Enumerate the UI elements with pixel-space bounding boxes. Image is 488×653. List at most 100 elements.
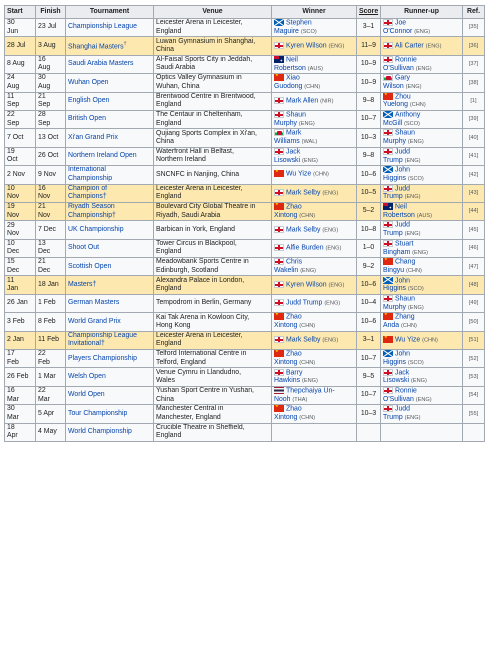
winner-name-link[interactable]: Wu Yize xyxy=(286,171,311,178)
runner-up-surname-link[interactable]: Yuelong xyxy=(383,101,408,108)
runner-up-name-link[interactable]: Gary xyxy=(395,75,410,82)
runner-up-surname-link[interactable]: Lisowski xyxy=(383,377,409,384)
reference-link[interactable]: [42] xyxy=(469,172,478,178)
reference-link[interactable]: [1] xyxy=(470,98,476,104)
runner-up-surname-link[interactable]: Higgins xyxy=(383,359,406,366)
winner-surname-link[interactable]: Xintong xyxy=(274,322,297,329)
tournament-link[interactable]: Welsh Open xyxy=(68,373,151,381)
header-finish[interactable]: Finish xyxy=(35,5,66,19)
header-score[interactable]: Score xyxy=(356,5,381,19)
runner-up-surname-link[interactable]: Trump xyxy=(383,230,403,237)
runner-up-name-link[interactable]: Judd xyxy=(395,406,410,413)
tournament-link[interactable]: World Open xyxy=(68,391,151,399)
winner-surname-link[interactable]: Xintong xyxy=(274,359,297,366)
runner-up-surname-link[interactable]: Bingham xyxy=(383,249,410,256)
reference-link[interactable]: [40] xyxy=(469,135,478,141)
runner-up-name-link[interactable]: John xyxy=(395,277,410,284)
tournament-link[interactable]: Championship xyxy=(68,175,151,183)
runner-up-surname-link[interactable]: Murphy xyxy=(383,304,406,311)
reference-link[interactable]: [51] xyxy=(469,337,478,343)
runner-up-name-link[interactable]: Shaun xyxy=(395,295,415,302)
reference-link[interactable]: [49] xyxy=(469,300,478,306)
tournament-link[interactable]: World Grand Prix xyxy=(68,318,151,326)
tournament-link[interactable]: Wuhan Open xyxy=(68,79,151,87)
runner-up-surname-link[interactable]: Higgins xyxy=(383,175,406,182)
winner-name-link[interactable]: Zhao xyxy=(286,351,302,358)
winner-name-link[interactable]: Zhao xyxy=(286,406,302,413)
runner-up-surname-link[interactable]: Wilson xyxy=(383,83,404,90)
tournament-link[interactable]: Championship League xyxy=(68,23,151,31)
reference-link[interactable]: [52] xyxy=(469,356,478,362)
winner-name-link[interactable]: Mark Selby xyxy=(286,226,320,233)
tournament-link[interactable]: Players Championship xyxy=(68,355,151,363)
reference-link[interactable]: [46] xyxy=(469,245,478,251)
tournament-link[interactable]: Tour Championship xyxy=(68,410,151,418)
runner-up-name-link[interactable]: John xyxy=(395,351,410,358)
runner-up-name-link[interactable]: Stuart xyxy=(395,240,413,247)
runner-up-name-link[interactable]: John xyxy=(395,167,410,174)
winner-surname-link[interactable]: Xintong xyxy=(274,212,297,219)
tournament-link[interactable]: Championship League xyxy=(68,332,151,340)
tournament-link[interactable]: Shoot Out xyxy=(68,244,151,252)
reference-link[interactable]: [41] xyxy=(469,153,478,159)
tournament-link[interactable]: Championship† xyxy=(68,212,151,220)
header-ref[interactable]: Ref. xyxy=(462,5,485,19)
runner-up-name-link[interactable]: Ronnie xyxy=(395,56,417,63)
reference-link[interactable]: [44] xyxy=(469,208,478,214)
header-winner[interactable]: Winner xyxy=(271,5,357,19)
winner-surname-link[interactable]: Lisowski xyxy=(274,157,300,164)
winner-surname-link[interactable]: Guodong xyxy=(274,83,302,90)
header-runner-up[interactable]: Runner-up xyxy=(380,5,463,19)
winner-surname-link[interactable]: Wakelin xyxy=(274,267,298,274)
tournament-link[interactable]: Riyadh Season xyxy=(68,203,151,211)
tournament-link[interactable]: Saudi Arabia Masters xyxy=(68,60,151,68)
tournament-link[interactable]: English Open xyxy=(68,97,151,105)
reference-link[interactable]: [43] xyxy=(469,190,478,196)
runner-up-surname-link[interactable]: Trump xyxy=(383,193,403,200)
tournament-link[interactable]: Champions† xyxy=(68,193,151,201)
runner-up-name-link[interactable]: Shaun xyxy=(395,130,415,137)
reference-link[interactable]: [38] xyxy=(469,80,478,86)
winner-name-link[interactable]: Mark Selby xyxy=(286,189,320,196)
reference-link[interactable]: [55] xyxy=(469,411,478,417)
winner-name-link[interactable]: Jack xyxy=(286,148,300,155)
header-start[interactable]: Start xyxy=(4,5,36,19)
winner-name-link[interactable]: Thepchaiya Un- xyxy=(286,387,335,394)
runner-up-name-link[interactable]: Ronnie xyxy=(395,387,417,394)
winner-name-link[interactable]: Chris xyxy=(286,259,302,266)
winner-name-link[interactable]: Neil xyxy=(286,56,298,63)
reference-link[interactable]: [47] xyxy=(469,264,478,270)
runner-up-surname-link[interactable]: Bingyu xyxy=(383,267,404,274)
winner-name-link[interactable]: Mark xyxy=(286,130,301,137)
tournament-link[interactable]: British Open xyxy=(68,115,151,123)
runner-up-surname-link[interactable]: Trump xyxy=(383,157,403,164)
runner-up-name-link[interactable]: Zhou xyxy=(395,93,411,100)
runner-up-name-link[interactable]: Neil xyxy=(395,203,407,210)
reference-link[interactable]: [54] xyxy=(469,392,478,398)
runner-up-name-link[interactable]: Anthony xyxy=(395,111,420,118)
winner-name-link[interactable]: Stephen xyxy=(286,20,312,27)
winner-name-link[interactable]: Judd Trump xyxy=(286,300,322,307)
tournament-link[interactable]: Xi'an Grand Prix xyxy=(68,134,151,142)
winner-name-link[interactable]: Mark Selby xyxy=(286,336,320,343)
reference-link[interactable]: [48] xyxy=(469,282,478,288)
winner-surname-link[interactable]: Hawkins xyxy=(274,377,300,384)
runner-up-name-link[interactable]: Wu Yize xyxy=(395,336,420,343)
winner-surname-link[interactable]: Xintong xyxy=(274,414,297,421)
runner-up-name-link[interactable]: Joe xyxy=(395,20,406,27)
tournament-link[interactable]: Invitational† xyxy=(68,340,151,348)
tournament-link[interactable]: Champion of xyxy=(68,185,151,193)
winner-name-link[interactable]: Kyren Wilson xyxy=(286,281,327,288)
winner-name-link[interactable]: Shaun xyxy=(286,111,306,118)
runner-up-surname-link[interactable]: O'Sullivan xyxy=(383,65,414,72)
tournament-link[interactable]: Masters† xyxy=(68,281,151,289)
runner-up-name-link[interactable]: Zhang xyxy=(395,314,415,321)
reference-link[interactable]: [50] xyxy=(469,319,478,325)
runner-up-surname-link[interactable]: Murphy xyxy=(383,138,406,145)
reference-link[interactable]: [45] xyxy=(469,227,478,233)
runner-up-surname-link[interactable]: O'Sullivan xyxy=(383,396,414,403)
runner-up-name-link[interactable]: Ali Carter xyxy=(395,42,424,49)
header-tournament[interactable]: Tournament xyxy=(65,5,154,19)
winner-name-link[interactable]: Xiao xyxy=(286,75,300,82)
header-venue[interactable]: Venue xyxy=(153,5,272,19)
